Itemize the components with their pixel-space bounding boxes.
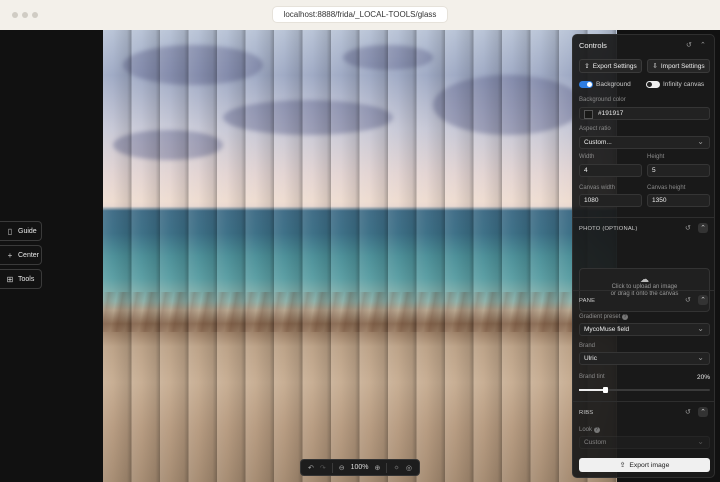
height-input[interactable]: 5 [647,164,710,177]
upload-icon: ⇪ [584,63,590,70]
reset-icon[interactable]: ↺ [686,41,692,49]
pane-section-title: PANE [579,298,596,304]
export-settings-button[interactable]: ⇪ Export Settings [579,59,642,73]
background-color-label: Background color [579,97,626,103]
guide-button[interactable]: ▯ Guide [0,221,42,241]
import-settings-label: Import Settings [660,62,705,70]
width-input[interactable]: 4 [579,164,642,177]
width-label: Width [579,154,595,160]
zoom-level[interactable]: 100% [351,464,369,471]
slider-fill [579,389,606,391]
chevron-up-icon[interactable]: ⌃ [698,407,708,417]
export-settings-label: Export Settings [592,62,637,70]
background-color-value: #191917 [598,110,624,117]
canvas-preview[interactable] [103,30,617,482]
aspect-ratio-value: Custom... [584,139,612,146]
background-color-field[interactable]: #191917 [579,107,710,120]
info-icon: ? [593,427,600,433]
divider [331,462,333,473]
brand-label: Brand [579,343,596,349]
infinity-canvas-toggle[interactable] [646,81,660,88]
download-icon: ⇩ [652,63,658,70]
undo-icon[interactable]: ↶ [308,464,314,472]
canvas-height-label: Canvas height [647,185,686,191]
window-minimize-dot[interactable] [22,12,28,18]
window-maximize-dot[interactable] [32,12,38,18]
background-toggle-label: Background [596,81,631,88]
import-settings-button[interactable]: ⇩ Import Settings [647,59,710,73]
divider [573,401,714,402]
app-area: ▯ Guide + Center ⊞ Tools ↶ ↷ ⊖ 100% ⊕ ☼ … [0,30,720,482]
chevron-up-icon[interactable]: ⌃ [698,295,708,305]
zoom-out-icon[interactable]: ⊖ [339,464,345,472]
cloud-upload-icon: ☁ [640,274,649,284]
book-icon: ▯ [7,226,13,236]
tools-label: Tools [18,275,35,283]
crosshair-icon: + [7,250,13,260]
gradient-preset-select[interactable]: MycoMuse field [579,323,710,336]
export-image-label: Export image [629,461,670,469]
window-close-dot[interactable] [12,12,18,18]
brand-value: Ulric [584,355,597,362]
gradient-preset-value: MycoMuse field [584,326,630,333]
ribs-section-title: RIBS [579,410,594,416]
brightness-icon[interactable]: ☼ [393,464,399,471]
reset-icon[interactable]: ↺ [685,296,691,304]
slider-thumb[interactable] [603,387,609,393]
zoom-in-icon[interactable]: ⊕ [375,464,381,472]
aspect-ratio-select[interactable]: Custom... [579,136,710,149]
target-icon[interactable]: ◎ [406,464,412,472]
grid-icon: ⊞ [6,274,14,284]
look-label: Look ? [579,427,600,433]
brand-tint-value: 20% [697,374,711,381]
divider [386,462,388,473]
divider [573,290,714,291]
tools-button[interactable]: ⊞ Tools [0,269,42,289]
brand-tint-label: Brand tint [579,374,605,380]
center-label: Center [18,251,40,259]
canvas-width-input[interactable]: 1080 [579,194,642,207]
height-label: Height [647,154,665,160]
chevron-up-icon[interactable]: ⌃ [698,223,708,233]
controls-title: Controls [579,41,607,50]
reset-icon[interactable]: ↺ [685,408,691,416]
address-bar[interactable]: localhost:8888/frida/_LOCAL-TOOLS/glass [272,6,448,23]
upload-icon: ⇪ [619,462,626,469]
background-toggle[interactable] [579,81,593,88]
photo-section-title: PHOTO (OPTIONAL) [579,226,638,232]
reset-icon[interactable]: ↺ [685,224,691,232]
glass-ribs-overlay [103,30,617,482]
canvas-width-label: Canvas width [579,185,616,191]
look-value: Custom [584,439,607,446]
info-icon: ? [622,314,629,320]
canvas-height-input[interactable]: 1350 [647,194,710,207]
divider [573,217,714,218]
brand-tint-slider[interactable] [579,387,710,393]
infinity-canvas-label: Infinity canvas [663,81,705,88]
controls-panel: Controls ↺ ⌃ ⇪ Export Settings ⇩ Import Se… [572,34,715,478]
gradient-preset-label: Gradient preset ? [579,314,629,320]
collapse-icon[interactable]: ⌃ [700,41,706,49]
export-image-button[interactable]: ⇪ Export image [579,458,710,472]
redo-icon[interactable]: ↷ [320,464,326,472]
guide-label: Guide [18,227,37,235]
zoom-toolbar: ↶ ↷ ⊖ 100% ⊕ ☼ ◎ [300,459,420,476]
browser-toolbar: localhost:8888/frida/_LOCAL-TOOLS/glass [0,0,720,31]
color-swatch[interactable] [584,110,593,119]
aspect-ratio-label: Aspect ratio [579,126,611,132]
look-select[interactable]: Custom [579,436,710,449]
brand-select[interactable]: Ulric [579,352,710,365]
center-button[interactable]: + Center [0,245,42,265]
